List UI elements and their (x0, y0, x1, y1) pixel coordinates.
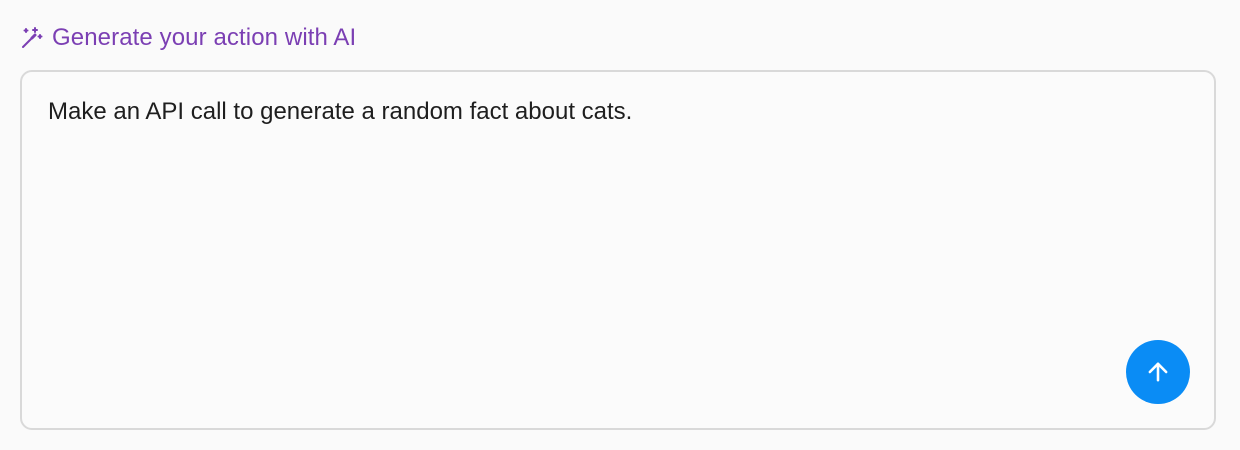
ai-header-title: Generate your action with AI (52, 24, 357, 51)
prompt-box: Make an API call to generate a random fa… (20, 70, 1216, 430)
magic-wand-icon (20, 26, 44, 50)
prompt-input[interactable]: Make an API call to generate a random fa… (48, 96, 1188, 328)
ai-generate-panel: Generate your action with AI Make an API… (0, 0, 1240, 450)
arrow-up-icon (1144, 358, 1172, 386)
ai-header: Generate your action with AI (20, 22, 356, 54)
send-button[interactable] (1126, 340, 1190, 404)
